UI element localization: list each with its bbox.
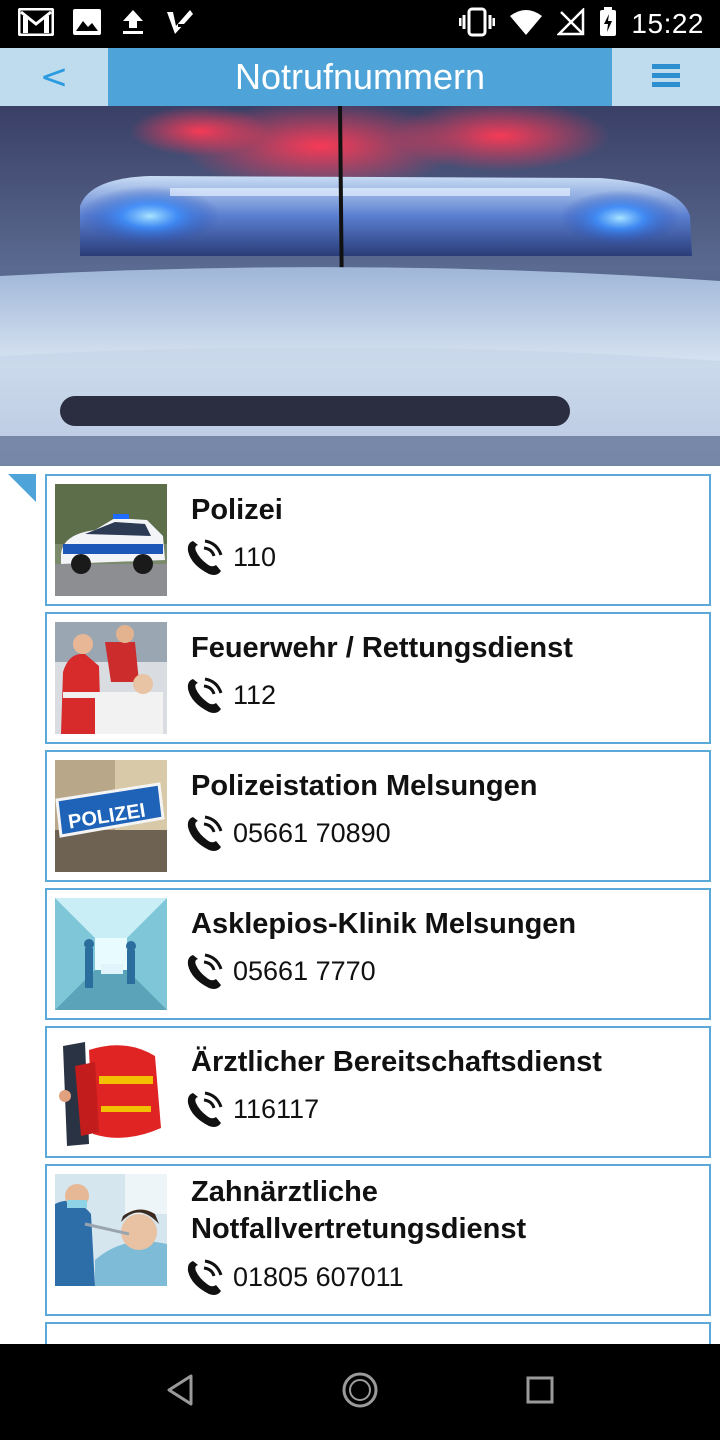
phone-icon <box>183 673 227 717</box>
back-button-label: < <box>39 57 69 97</box>
phone-number: 112 <box>233 679 277 710</box>
contact-name: Zahnärztliche Notfallvertretungsdienst <box>191 1176 527 1245</box>
phone-icon <box>183 1255 227 1299</box>
paramedics-photo <box>55 622 167 734</box>
list-item[interactable]: Polizei 110 <box>45 474 711 606</box>
phone-number: 116117 <box>233 1093 320 1124</box>
home-nav-button[interactable] <box>340 1372 380 1412</box>
battery-charging-icon <box>599 6 617 42</box>
contact-phone[interactable]: 116117 <box>183 1086 319 1132</box>
system-nav-bar <box>0 1344 720 1440</box>
clock: 15:22 <box>631 8 704 39</box>
medical-backpack-photo <box>55 1036 167 1148</box>
list-item[interactable]: Zahnärztliche Notfallvertretungsdienst 0… <box>45 1164 711 1316</box>
back-nav-icon <box>165 1373 195 1412</box>
vibrate-icon <box>458 7 496 42</box>
home-nav-icon <box>341 1371 379 1414</box>
contact-phone[interactable]: 110 <box>183 534 276 580</box>
phone-icon <box>183 811 227 855</box>
gmail-icon <box>17 7 55 41</box>
contact-name: Asklepios-Klinik Melsungen <box>191 908 577 940</box>
recents-nav-button[interactable] <box>520 1372 560 1412</box>
contact-phone[interactable]: 01805 607011 <box>183 1254 404 1300</box>
contact-name: Ärztlicher Bereitschaftsdienst <box>191 1046 602 1078</box>
contact-phone[interactable]: 112 <box>183 672 276 718</box>
no-signal-icon <box>556 6 585 41</box>
menu-button[interactable] <box>612 48 720 106</box>
contact-phone[interactable]: 05661 7770 <box>183 948 376 994</box>
contact-phone[interactable]: 05661 70890 <box>183 810 391 856</box>
upload-icon <box>120 8 146 41</box>
back-button[interactable]: < <box>0 48 108 106</box>
app-header: < Notrufnummern <box>0 48 720 106</box>
police-car-photo <box>55 484 167 596</box>
image-icon <box>72 8 102 41</box>
contact-name: Feuerwehr / Rettungsdienst <box>191 632 573 664</box>
recents-nav-icon <box>525 1375 555 1410</box>
corner-triangle <box>8 474 36 502</box>
check-app-icon <box>164 8 194 41</box>
status-bar: 15:22 <box>0 0 720 48</box>
contact-name: Polizeistation Melsungen <box>191 770 538 802</box>
dentist-photo <box>55 1174 167 1286</box>
status-left-icons <box>17 7 194 41</box>
list-item[interactable]: Asklepios-Klinik Melsungen 05661 7770 <box>45 888 711 1020</box>
list-item[interactable]: POLIZEI Polizeistation Melsungen 05661 7… <box>45 750 711 882</box>
contact-list: Polizei 110 Feuerwehr / Rettungsdienst 1… <box>0 466 720 1344</box>
phone-number: 110 <box>233 541 277 572</box>
page-title: Notrufnummern <box>108 48 612 106</box>
phone-icon <box>183 1087 227 1131</box>
list-item-partial[interactable] <box>45 1322 711 1344</box>
phone-number: 01805 607011 <box>233 1261 404 1292</box>
hospital-corridor-photo <box>55 898 167 1010</box>
polizei-sign-photo: POLIZEI <box>55 760 167 872</box>
hamburger-menu-icon <box>652 63 680 92</box>
list-item[interactable]: Feuerwehr / Rettungsdienst 112 <box>45 612 711 744</box>
phone-icon <box>183 949 227 993</box>
back-nav-button[interactable] <box>160 1372 200 1412</box>
wifi-icon <box>509 8 543 41</box>
police-car-lightbar-photo <box>0 106 720 466</box>
phone-icon <box>183 535 227 579</box>
hero-image <box>0 106 720 466</box>
contact-name: Polizei <box>191 494 283 526</box>
status-right-icons: 15:22 <box>458 6 704 42</box>
list-item[interactable]: Ärztlicher Bereitschaftsdienst 116117 <box>45 1026 711 1158</box>
phone-number: 05661 7770 <box>233 955 376 986</box>
phone-number: 05661 70890 <box>233 817 391 848</box>
